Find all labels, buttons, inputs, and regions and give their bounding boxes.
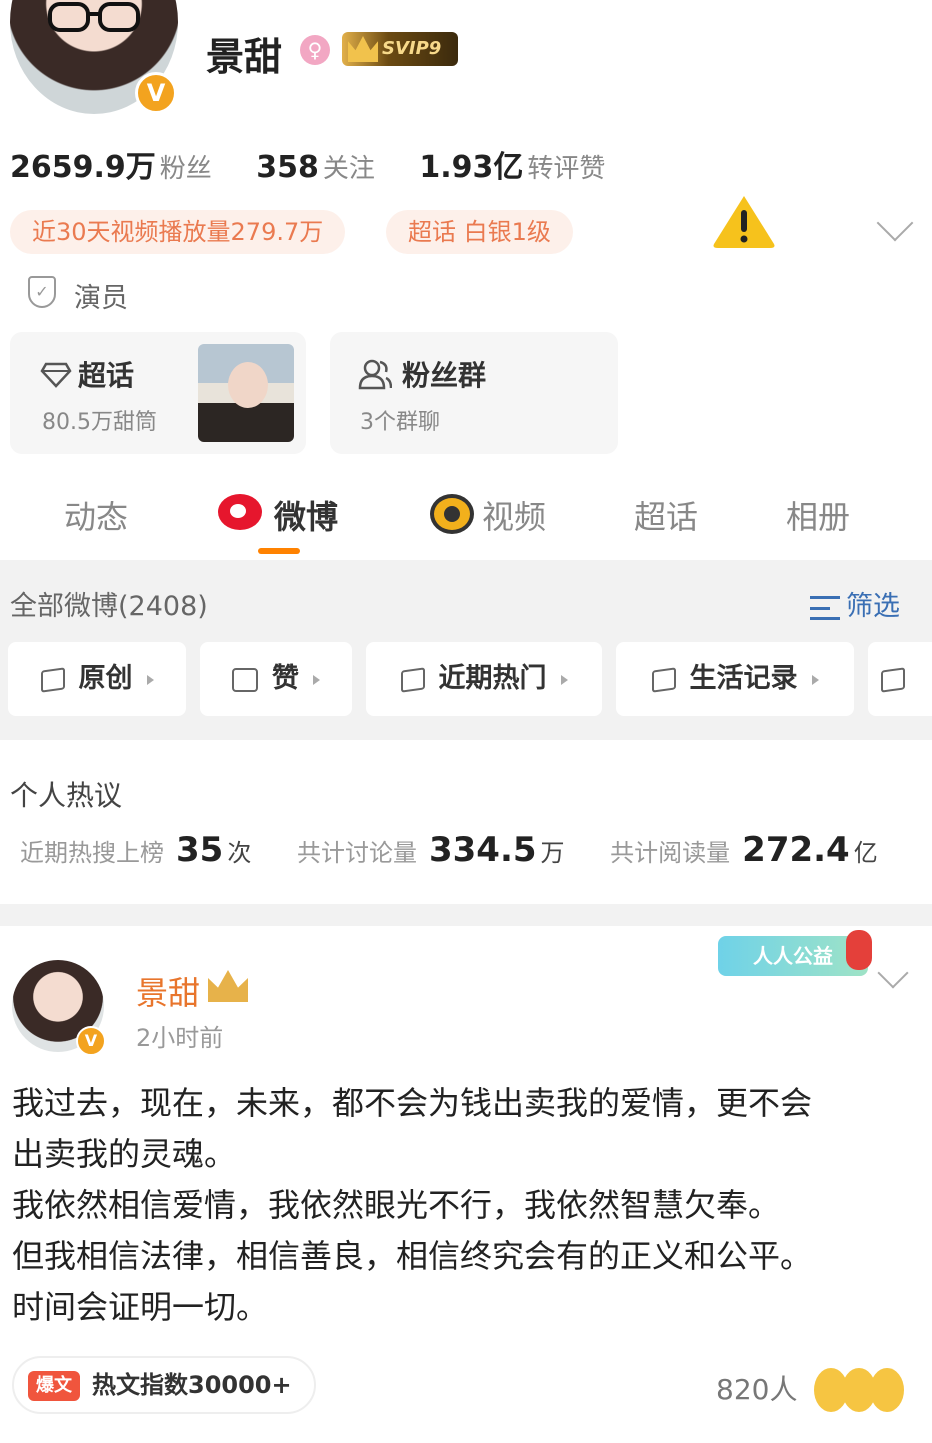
layers-icon bbox=[881, 666, 905, 693]
reads-label: 共计阅读量 bbox=[610, 839, 731, 867]
grin-emoji-icon bbox=[870, 1368, 904, 1412]
crown-icon bbox=[208, 970, 248, 1002]
tab-video[interactable]: 视频 bbox=[482, 492, 546, 538]
pill-recent-hot[interactable]: 近期热门 bbox=[366, 642, 602, 716]
fan-group-card-title: 粉丝群 bbox=[402, 359, 487, 392]
caret-icon bbox=[560, 674, 568, 685]
tab-album[interactable]: 相册 bbox=[786, 492, 850, 538]
expand-chevron-icon[interactable] bbox=[876, 204, 914, 242]
post-menu-chevron-icon[interactable] bbox=[877, 957, 909, 989]
hot-tag: 爆文 bbox=[28, 1371, 80, 1401]
post-line: 但我相信法律，相信善良，相信终究会有的正义和公平。 bbox=[12, 1237, 813, 1275]
verified-badge-icon: V bbox=[135, 72, 177, 114]
caret-icon bbox=[146, 674, 154, 685]
super-topic-card-sub: 80.5万甜筒 bbox=[42, 410, 157, 435]
warning-icon[interactable] bbox=[710, 192, 778, 250]
layers-icon bbox=[651, 666, 676, 693]
crown-icon bbox=[348, 36, 378, 62]
shield-check-icon: ✓ bbox=[28, 276, 56, 308]
post-line: 时间会证明一切。 bbox=[12, 1288, 269, 1326]
engagement-label: 转评赞 bbox=[527, 154, 606, 184]
hot-index-badge[interactable]: 爆文 热文指数30000+ bbox=[12, 1356, 316, 1414]
filter-icon bbox=[810, 595, 840, 620]
post-time: 2小时前 bbox=[136, 1024, 224, 1052]
tab-dynamic[interactable]: 动态 bbox=[64, 492, 128, 538]
video-icon bbox=[430, 494, 474, 534]
super-topic-photo bbox=[198, 344, 294, 442]
layers-icon bbox=[40, 666, 65, 693]
hot-index-text: 热文指数30000+ bbox=[92, 1371, 292, 1399]
thumbs-up-icon bbox=[232, 667, 258, 692]
active-tab-indicator bbox=[258, 548, 300, 554]
feed-title: 全部微博(2408) bbox=[10, 591, 208, 622]
post-author-name[interactable]: 景甜 bbox=[136, 968, 200, 1014]
fan-group-card-sub: 3个群聊 bbox=[360, 410, 440, 435]
post-line: 我依然相信爱情，我依然眼光不行，我依然智慧欠奉。 bbox=[12, 1186, 781, 1224]
fans-label[interactable]: 粉丝 bbox=[160, 154, 212, 184]
section-divider bbox=[0, 904, 932, 926]
female-icon: ♀ bbox=[300, 35, 330, 65]
super-topic-level-chip[interactable]: 超话 白银1级 bbox=[386, 210, 573, 254]
engagement-count: 1.93亿 bbox=[419, 150, 524, 185]
hot-discussion-title: 个人热议 bbox=[10, 779, 123, 812]
diamond-icon bbox=[40, 362, 72, 388]
profile-role: 演员 bbox=[74, 283, 128, 314]
people-icon bbox=[358, 359, 392, 390]
tab-super-topic[interactable]: 超话 bbox=[634, 492, 698, 538]
caret-icon bbox=[313, 674, 320, 685]
tab-weibo[interactable]: 微博 bbox=[274, 492, 338, 538]
reaction-count[interactable]: 820人 bbox=[716, 1368, 797, 1408]
svip-label: SVIP9 bbox=[382, 38, 442, 59]
pill-like-label: 赞 bbox=[272, 663, 299, 694]
post-line: 出卖我的灵魂。 bbox=[12, 1135, 237, 1173]
hot-search-value: 35 bbox=[176, 830, 224, 870]
discussion-unit: 万 bbox=[540, 839, 565, 867]
post-body[interactable]: 我过去，现在，未来，都不会为钱出卖我的爱情，更不会 出卖我的灵魂。 我依然相信爱… bbox=[12, 1078, 912, 1333]
following-label[interactable]: 关注 bbox=[323, 154, 375, 184]
hot-discussion-stats: 近期热搜上榜 35 次 共计讨论量 334.5 万 共计阅读量 272.4 亿 bbox=[20, 830, 878, 870]
profile-name: 景甜 bbox=[206, 35, 283, 79]
profile-stats: 2659.9万 粉丝 358 关注 1.93亿 转评赞 bbox=[10, 142, 639, 186]
caret-icon bbox=[811, 674, 819, 685]
discussion-label: 共计讨论量 bbox=[296, 839, 417, 867]
pill-original-label: 原创 bbox=[78, 663, 133, 694]
hot-search-unit: 次 bbox=[227, 839, 252, 867]
glasses-graphic bbox=[48, 2, 140, 32]
mascot-icon bbox=[846, 930, 872, 970]
pill-recent-hot-label: 近期热门 bbox=[438, 663, 547, 694]
pill-like[interactable]: 赞 bbox=[200, 642, 352, 716]
weibo-icon bbox=[218, 494, 262, 530]
layers-icon bbox=[400, 666, 425, 693]
post-line: 我过去，现在，未来，都不会为钱出卖我的爱情，更不会 bbox=[12, 1084, 813, 1122]
pill-original[interactable]: 原创 bbox=[8, 642, 186, 716]
video-plays-chip[interactable]: 近30天视频播放量279.7万 bbox=[10, 210, 346, 254]
reads-value: 272.4 bbox=[742, 830, 850, 870]
hot-search-label: 近期热搜上榜 bbox=[20, 839, 164, 867]
pill-life-record[interactable]: 生活记录 bbox=[616, 642, 854, 716]
pill-more[interactable] bbox=[868, 642, 932, 716]
filter-button[interactable]: 筛选 bbox=[810, 584, 900, 623]
reads-unit: 亿 bbox=[853, 839, 878, 867]
pill-life-record-label: 生活记录 bbox=[689, 663, 798, 694]
post-verified-badge-icon: V bbox=[76, 1026, 106, 1056]
fans-count[interactable]: 2659.9万 bbox=[10, 150, 156, 185]
following-count[interactable]: 358 bbox=[256, 150, 319, 185]
discussion-value: 334.5 bbox=[428, 830, 537, 870]
filter-label: 筛选 bbox=[846, 591, 900, 622]
super-topic-card-title: 超话 bbox=[78, 359, 135, 392]
svip-badge[interactable]: SVIP9 bbox=[342, 32, 458, 66]
